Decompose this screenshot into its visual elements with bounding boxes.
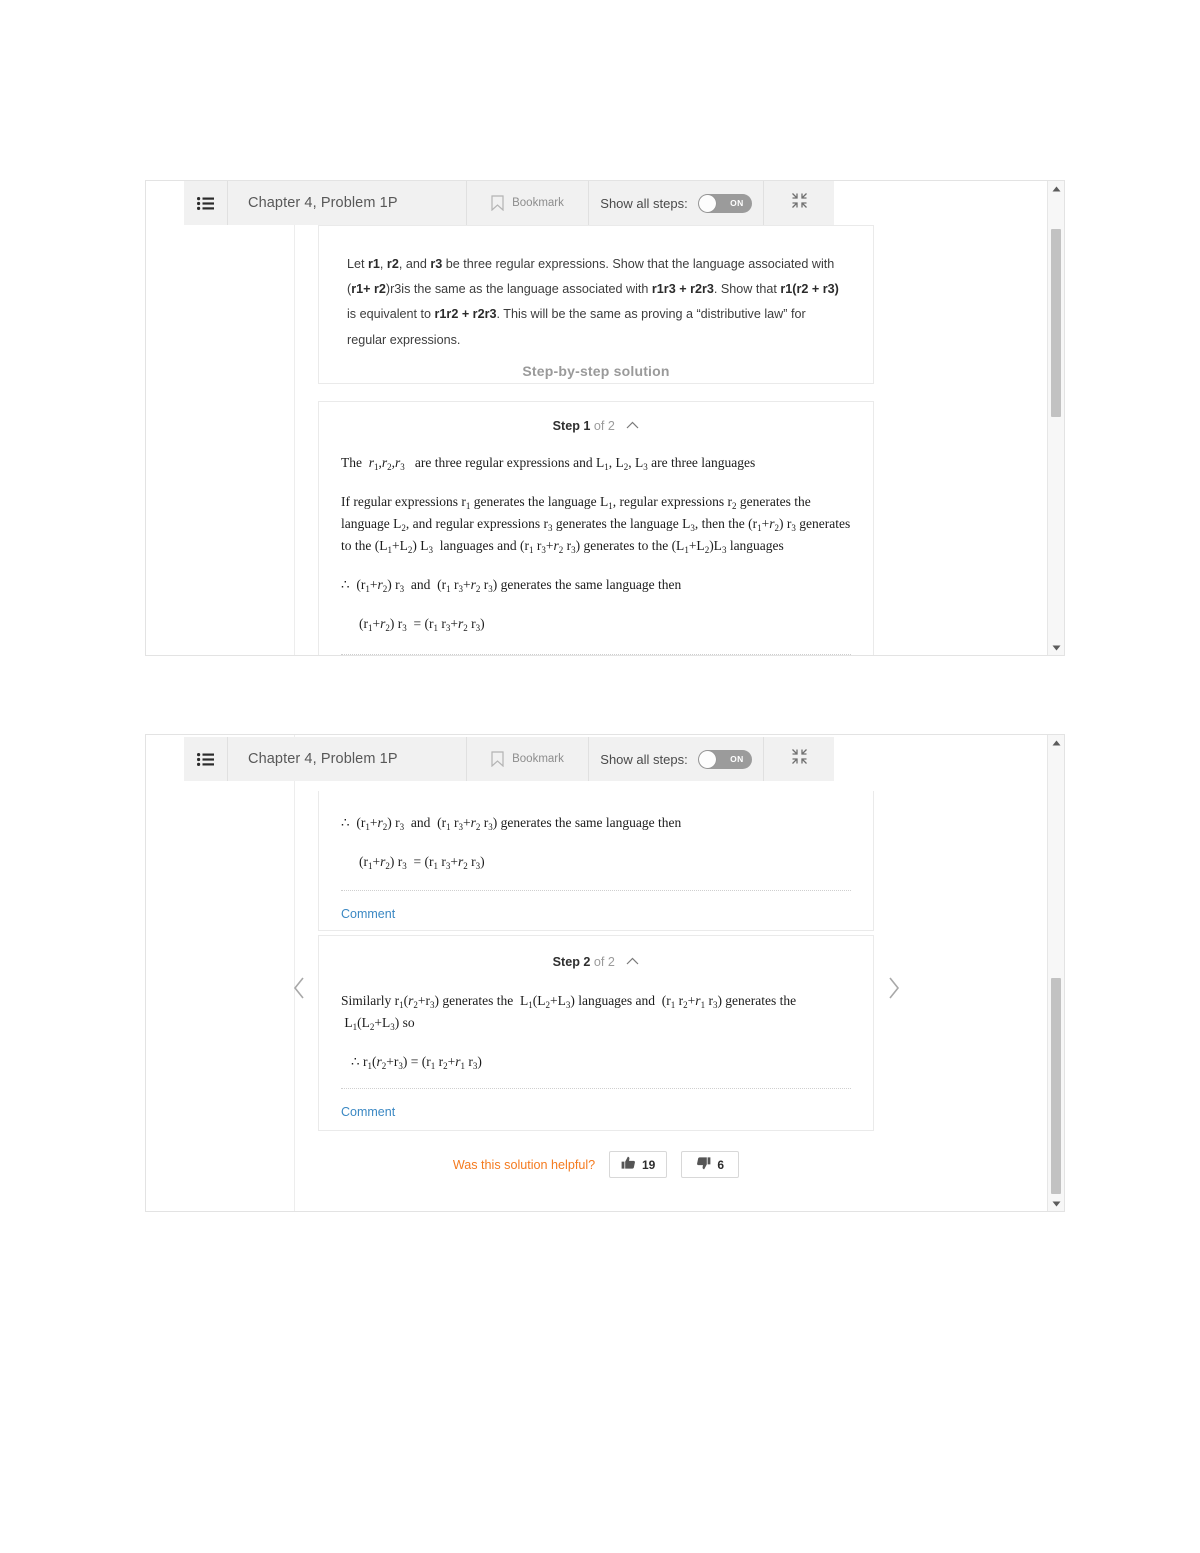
scrollbar-thumb[interactable] — [1051, 978, 1061, 1194]
step-2-count: of 2 — [593, 955, 615, 969]
step-1-count: of 2 — [593, 419, 615, 433]
step-1-divider-b — [341, 889, 851, 891]
bookmark-icon — [491, 195, 504, 211]
scroll-down-arrow-icon[interactable] — [1048, 1196, 1064, 1211]
step-by-step-heading-wrap: Step-by-step solution — [318, 363, 874, 379]
problem-statement-card: Let r1, r2, and r3 be three regular expr… — [318, 225, 874, 384]
thumbs-down-icon — [696, 1156, 711, 1173]
step-by-step-heading: Step-by-step solution — [522, 363, 670, 379]
toggle-state-label: ON — [730, 754, 744, 764]
step-1-equation: (r1+r2) r3 = (r1 r3+r2 r3) — [359, 615, 485, 633]
step-2-comment-link[interactable]: Comment — [341, 1089, 395, 1122]
toggle-knob — [698, 194, 716, 212]
list-icon[interactable] — [184, 181, 228, 225]
layout-rule-left — [294, 181, 295, 655]
step-2-equation: ∴ r1(r2+r3) = (r1 r2+r1 r3) — [351, 1053, 482, 1071]
problem-title: Chapter 4, Problem 1P — [228, 737, 467, 781]
step-1-paragraph-3: ∴ (r1+r2) r3 and (r1 r3+r2 r3) generates… — [341, 576, 682, 594]
screenshot-panel-top: Let r1, r2, and r3 be three regular expr… — [145, 180, 1065, 656]
step-2-card: Step 2 of 2 Similarly r1(r2+r3) generate… — [318, 935, 874, 1131]
step-1-body: The r1,r2,r3 are three regular expressio… — [319, 441, 873, 655]
panel-bottom-viewport: language L2, and regular expressions r3 … — [146, 735, 1047, 1211]
problem-statement-text: Let r1, r2, and r3 be three regular expr… — [347, 257, 839, 347]
scroll-down-arrow-icon[interactable] — [1048, 640, 1064, 655]
toggle-state-label: ON — [730, 198, 744, 208]
solution-toolbar-bottom: Chapter 4, Problem 1P Bookmark Show all … — [184, 737, 834, 781]
thumbs-up-count: 19 — [641, 1157, 656, 1172]
show-all-steps-toggle[interactable]: ON — [697, 193, 752, 213]
problem-title: Chapter 4, Problem 1P — [228, 181, 467, 225]
toggle-knob — [698, 750, 716, 768]
list-icon[interactable] — [184, 737, 228, 781]
bookmark-button[interactable]: Bookmark — [467, 181, 589, 225]
collapse-button[interactable] — [764, 737, 834, 781]
panel-top-viewport: Let r1, r2, and r3 be three regular expr… — [146, 181, 1047, 655]
panel-bottom-scrollbar[interactable] — [1047, 735, 1064, 1211]
thumbs-up-button[interactable]: 19 — [609, 1151, 668, 1178]
step-1-card-remainder: ∴ (r1+r2) r3 and (r1 r3+r2 r3) generates… — [318, 791, 874, 931]
chevron-left-icon[interactable] — [286, 968, 312, 1008]
show-all-steps-label: Show all steps: — [600, 751, 688, 767]
thumbs-down-button[interactable]: 6 — [681, 1151, 740, 1178]
step-1-paragraph-2: If regular expressions r1 generates the … — [341, 493, 851, 555]
step-1-remainder-body: ∴ (r1+r2) r3 and (r1 r3+r2 r3) generates… — [319, 791, 873, 925]
step-1-paragraph-3b: ∴ (r1+r2) r3 and (r1 r3+r2 r3) generates… — [341, 815, 682, 832]
step-2-header[interactable]: Step 2 of 2 — [319, 936, 873, 977]
panel-top-scrollbar[interactable] — [1047, 181, 1064, 655]
show-all-steps-control: Show all steps: ON — [589, 181, 764, 225]
bookmark-icon — [491, 751, 504, 767]
collapse-icon — [791, 749, 807, 769]
step-2-body: Similarly r1(r2+r3) generates the L1(L2+… — [319, 977, 873, 1123]
step-1-paragraph-1: The r1,r2,r3 are three regular expressio… — [341, 455, 756, 472]
show-all-steps-control: Show all steps: ON — [589, 737, 764, 781]
show-all-steps-label: Show all steps: — [600, 195, 688, 211]
collapse-button[interactable] — [764, 181, 834, 225]
chevron-right-icon[interactable] — [881, 968, 907, 1008]
scrollbar-thumb[interactable] — [1051, 229, 1061, 417]
solution-toolbar-top: Chapter 4, Problem 1P Bookmark Show all … — [184, 181, 834, 225]
collapse-icon — [791, 193, 807, 213]
step-1-card: Step 1 of 2 The r1,r2,r3 are three regul… — [318, 401, 874, 655]
step-1-label: Step 1 — [552, 419, 591, 433]
bookmark-label: Bookmark — [512, 753, 564, 765]
helpful-question: Was this solution helpful? — [452, 1157, 596, 1172]
thumbs-down-count: 6 — [717, 1157, 725, 1172]
chevron-up-icon[interactable] — [626, 954, 639, 968]
bookmark-button[interactable]: Bookmark — [467, 737, 589, 781]
scroll-up-arrow-icon[interactable] — [1048, 181, 1064, 196]
step-2-divider — [341, 1087, 851, 1089]
show-all-steps-toggle[interactable]: ON — [697, 749, 752, 769]
step-1-divider — [341, 653, 851, 655]
screenshot-panel-bottom: language L2, and regular expressions r3 … — [145, 734, 1065, 1212]
chevron-up-icon[interactable] — [626, 418, 639, 432]
step-1-comment-link[interactable]: Comment — [341, 891, 395, 924]
step-2-label: Step 2 — [552, 955, 591, 969]
bookmark-label: Bookmark — [512, 197, 564, 209]
step-1-header[interactable]: Step 1 of 2 — [319, 402, 873, 441]
thumbs-up-icon — [621, 1156, 636, 1173]
step-2-paragraph-1: Similarly r1(r2+r3) generates the L1(L2+… — [341, 993, 797, 1032]
helpful-bar: Was this solution helpful? 19 6 — [318, 1147, 874, 1178]
scroll-up-arrow-icon[interactable] — [1048, 735, 1064, 750]
step-1-equation-b: (r1+r2) r3 = (r1 r3+r2 r3) — [359, 853, 485, 871]
